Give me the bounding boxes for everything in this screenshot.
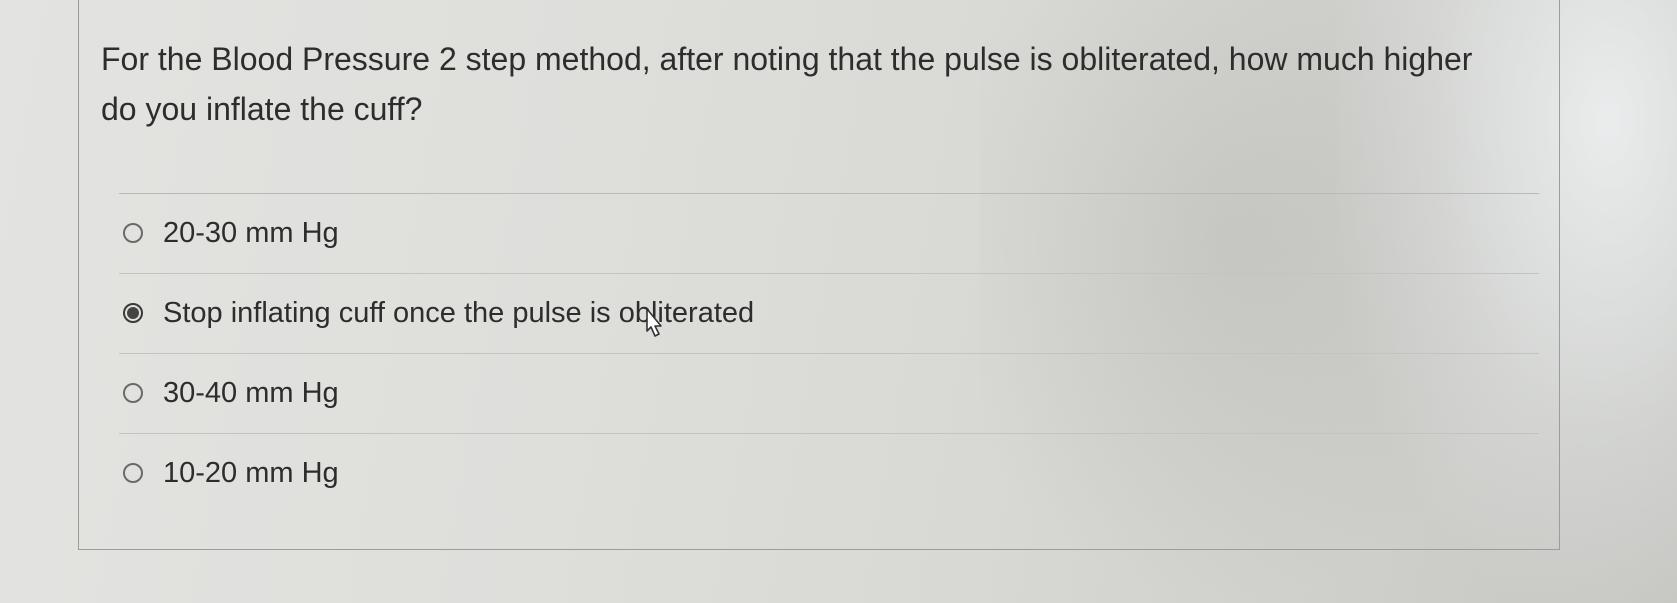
answer-option-30-40[interactable]: 30-40 mm Hg [119, 354, 1539, 432]
radio-button-selected[interactable] [123, 303, 143, 323]
hand-pointer-cursor-icon [646, 308, 662, 337]
radio-button[interactable] [123, 383, 143, 403]
answer-option-10-20[interactable]: 10-20 mm Hg [119, 434, 1539, 512]
radio-button[interactable] [123, 223, 143, 243]
answer-option-stop-inflating[interactable]: Stop inflating cuff once the pulse is ob… [119, 274, 1539, 352]
answer-label: 30-40 mm Hg [163, 376, 339, 409]
answer-option-20-30[interactable]: 20-30 mm Hg [119, 194, 1539, 272]
question-card: For the Blood Pressure 2 step method, af… [78, 0, 1560, 550]
radio-selected-dot [127, 307, 139, 319]
answer-label: 10-20 mm Hg [163, 456, 339, 489]
answer-label: 20-30 mm Hg [163, 216, 339, 249]
radio-button[interactable] [123, 463, 143, 483]
question-text: For the Blood Pressure 2 step method, af… [101, 41, 1473, 127]
